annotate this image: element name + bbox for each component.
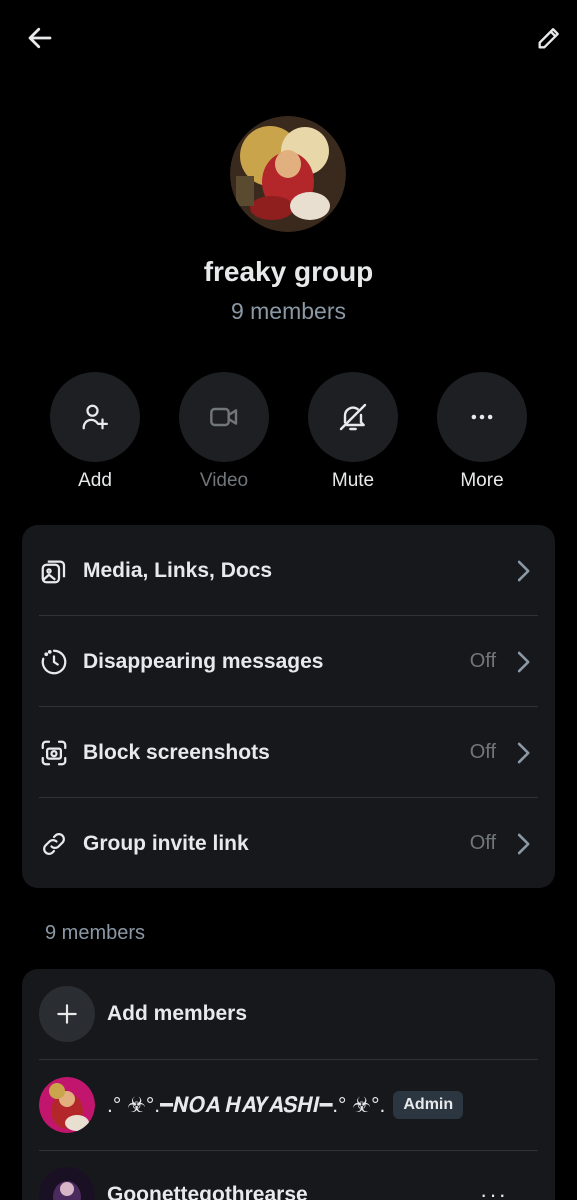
block-screenshots-label: Block screenshots xyxy=(83,740,270,764)
admin-badge: Admin xyxy=(393,1091,464,1119)
more-horizontal-icon xyxy=(471,414,493,420)
group-invite-link-row[interactable]: Group invite link Off xyxy=(39,798,538,889)
group-info-screen: freaky group 9 members Add Video Mute Mo… xyxy=(0,0,577,1200)
group-invite-link-label: Group invite link xyxy=(83,831,249,855)
plus-icon xyxy=(57,1004,77,1024)
avatar xyxy=(39,1167,95,1200)
member-more-icon[interactable]: ··· xyxy=(480,1182,508,1200)
add-person-icon xyxy=(82,404,108,430)
chevron-right-icon xyxy=(517,651,530,672)
arrow-left-icon xyxy=(28,27,52,49)
add-members-label: Add members xyxy=(107,1002,248,1025)
disappearing-messages-row[interactable]: Disappearing messages Off xyxy=(39,616,538,707)
add-members-row[interactable]: Add members xyxy=(39,986,538,1042)
back-button[interactable] xyxy=(20,18,60,58)
action-row: Add Video Mute More xyxy=(0,372,577,502)
member-row[interactable]: Goonettegothrearse ··· xyxy=(39,1167,538,1200)
group-avatar[interactable] xyxy=(230,116,346,232)
add-action-button[interactable]: Add xyxy=(40,372,150,492)
disappearing-messages-label: Disappearing messages xyxy=(83,649,324,673)
edit-button[interactable] xyxy=(529,18,569,58)
add-action-label: Add xyxy=(78,470,112,491)
camera-block-icon xyxy=(41,740,67,765)
chevron-right-icon xyxy=(517,833,530,854)
chevron-right-icon xyxy=(517,560,530,581)
top-bar xyxy=(0,0,577,76)
chevron-right-icon xyxy=(517,742,530,763)
timer-icon xyxy=(41,649,67,674)
link-icon xyxy=(43,832,65,855)
members-card: Add members .° ☣°.━𝑵𝑶𝑨 𝑯𝑨𝒀𝑨𝑺𝑯𝑰━.° ☣°. Ad… xyxy=(22,969,555,1200)
group-name: freaky group xyxy=(203,256,374,287)
member-row[interactable]: .° ☣°.━𝑵𝑶𝑨 𝑯𝑨𝒀𝑨𝑺𝑯𝑰━.° ☣°. Admin xyxy=(39,1077,538,1133)
block-screenshots-row[interactable]: Block screenshots Off xyxy=(39,707,538,798)
media-links-docs-label: Media, Links, Docs xyxy=(83,558,273,582)
media-gallery-icon xyxy=(41,560,66,583)
divider xyxy=(39,1150,538,1151)
video-action-button[interactable]: Video xyxy=(169,372,279,492)
block-screenshots-value: Off xyxy=(469,741,496,763)
member-name: .° ☣°.━𝑵𝑶𝑨 𝑯𝑨𝒀𝑨𝑺𝑯𝑰━.° ☣°. xyxy=(107,1093,386,1117)
more-action-button[interactable]: More xyxy=(427,372,537,492)
members-section-title: 9 members xyxy=(45,922,146,944)
media-links-docs-row[interactable]: Media, Links, Docs xyxy=(39,525,538,616)
more-action-label: More xyxy=(460,470,504,491)
group-invite-link-value: Off xyxy=(469,832,496,854)
mute-action-label: Mute xyxy=(331,470,375,491)
disappearing-messages-value: Off xyxy=(469,650,496,672)
bell-off-icon xyxy=(339,403,367,431)
video-camera-icon xyxy=(210,407,238,427)
group-member-count: 9 members xyxy=(230,298,347,324)
video-action-label: Video xyxy=(199,470,249,491)
member-name: Goonettegothrearse xyxy=(107,1183,308,1200)
pencil-icon xyxy=(538,28,559,49)
settings-card: Media, Links, Docs Disappearing messages… xyxy=(22,525,555,888)
mute-action-button[interactable]: Mute xyxy=(298,372,408,492)
avatar xyxy=(39,1077,95,1133)
divider xyxy=(39,1059,538,1060)
